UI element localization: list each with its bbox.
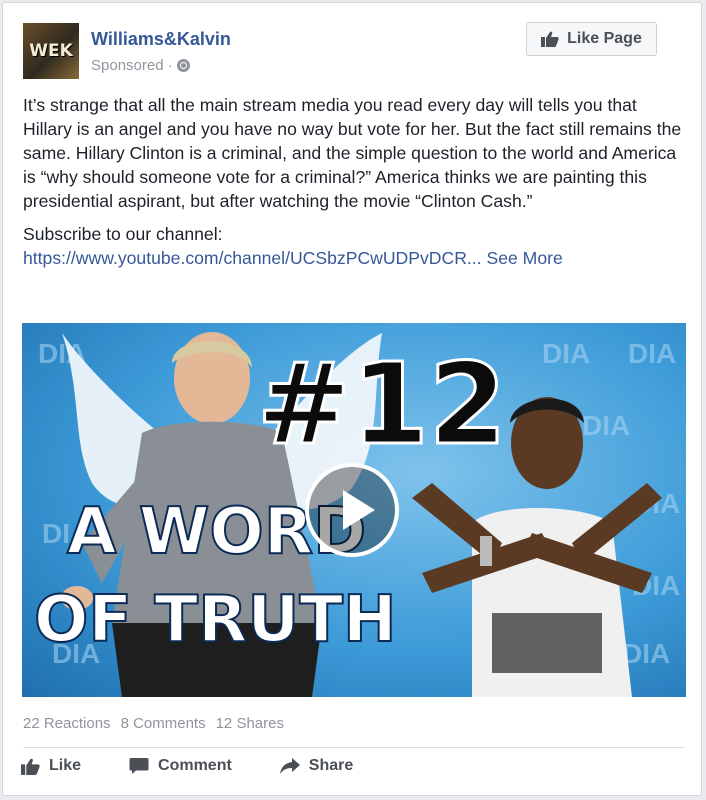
post-meta: Sponsored · [91, 57, 190, 74]
episode-number-text: #12 [257, 340, 507, 470]
share-arrow-icon [279, 758, 300, 774]
thumbs-up-icon [21, 758, 40, 775]
see-more-link[interactable]: See More [486, 248, 562, 268]
share-label: Share [308, 757, 354, 774]
sponsored-post-card: WEK Williams&Kalvin Sponsored · Like Pag… [2, 2, 702, 796]
watermark-text: DIA [622, 638, 670, 669]
meta-separator: · [167, 57, 173, 74]
avatar-logo-text: WEK [29, 41, 73, 61]
post-body: It’s strange that all the main stream me… [23, 93, 688, 270]
watermark-text: DIA [542, 338, 590, 369]
like-page-label: Like Page [567, 30, 642, 47]
subscribe-text: Subscribe to our channel: [23, 224, 223, 244]
actions-divider [23, 747, 685, 748]
comments-count[interactable]: 8 Comments [121, 715, 206, 732]
page-avatar[interactable]: WEK [23, 23, 79, 79]
post-actions: Like Comment Share [21, 757, 353, 775]
like-label: Like [49, 757, 82, 774]
like-page-button[interactable]: Like Page [526, 22, 657, 56]
page-name-link[interactable]: Williams&Kalvin [91, 29, 231, 50]
engagement-stats: 22 Reactions 8 Comments 12 Shares [23, 715, 284, 732]
watermark-text: DIA [628, 338, 676, 369]
subscribe-paragraph: Subscribe to our channel: https://www.yo… [23, 222, 688, 270]
reactions-count[interactable]: 22 Reactions [23, 715, 111, 732]
play-icon[interactable] [305, 463, 399, 557]
video-title-line2: OF TRUTH [34, 583, 397, 657]
channel-link[interactable]: https://www.youtube.com/channel/UCSbzPCw… [23, 248, 482, 268]
video-player[interactable]: DIA DIA DIA DIA DIA DIA DIA DIA DIA #12 … [22, 323, 686, 697]
thumbs-up-icon [541, 31, 559, 47]
sponsored-label[interactable]: Sponsored [91, 57, 164, 74]
comment-bubble-icon [129, 758, 149, 774]
comment-label: Comment [158, 757, 232, 774]
share-button[interactable]: Share [279, 757, 354, 775]
like-button[interactable]: Like [21, 757, 81, 775]
watermark-text: DIA [582, 410, 630, 441]
globe-icon [176, 59, 190, 72]
comment-button[interactable]: Comment [129, 757, 232, 775]
post-body-text: It’s strange that all the main stream me… [23, 95, 682, 211]
shares-count[interactable]: 12 Shares [216, 715, 284, 732]
